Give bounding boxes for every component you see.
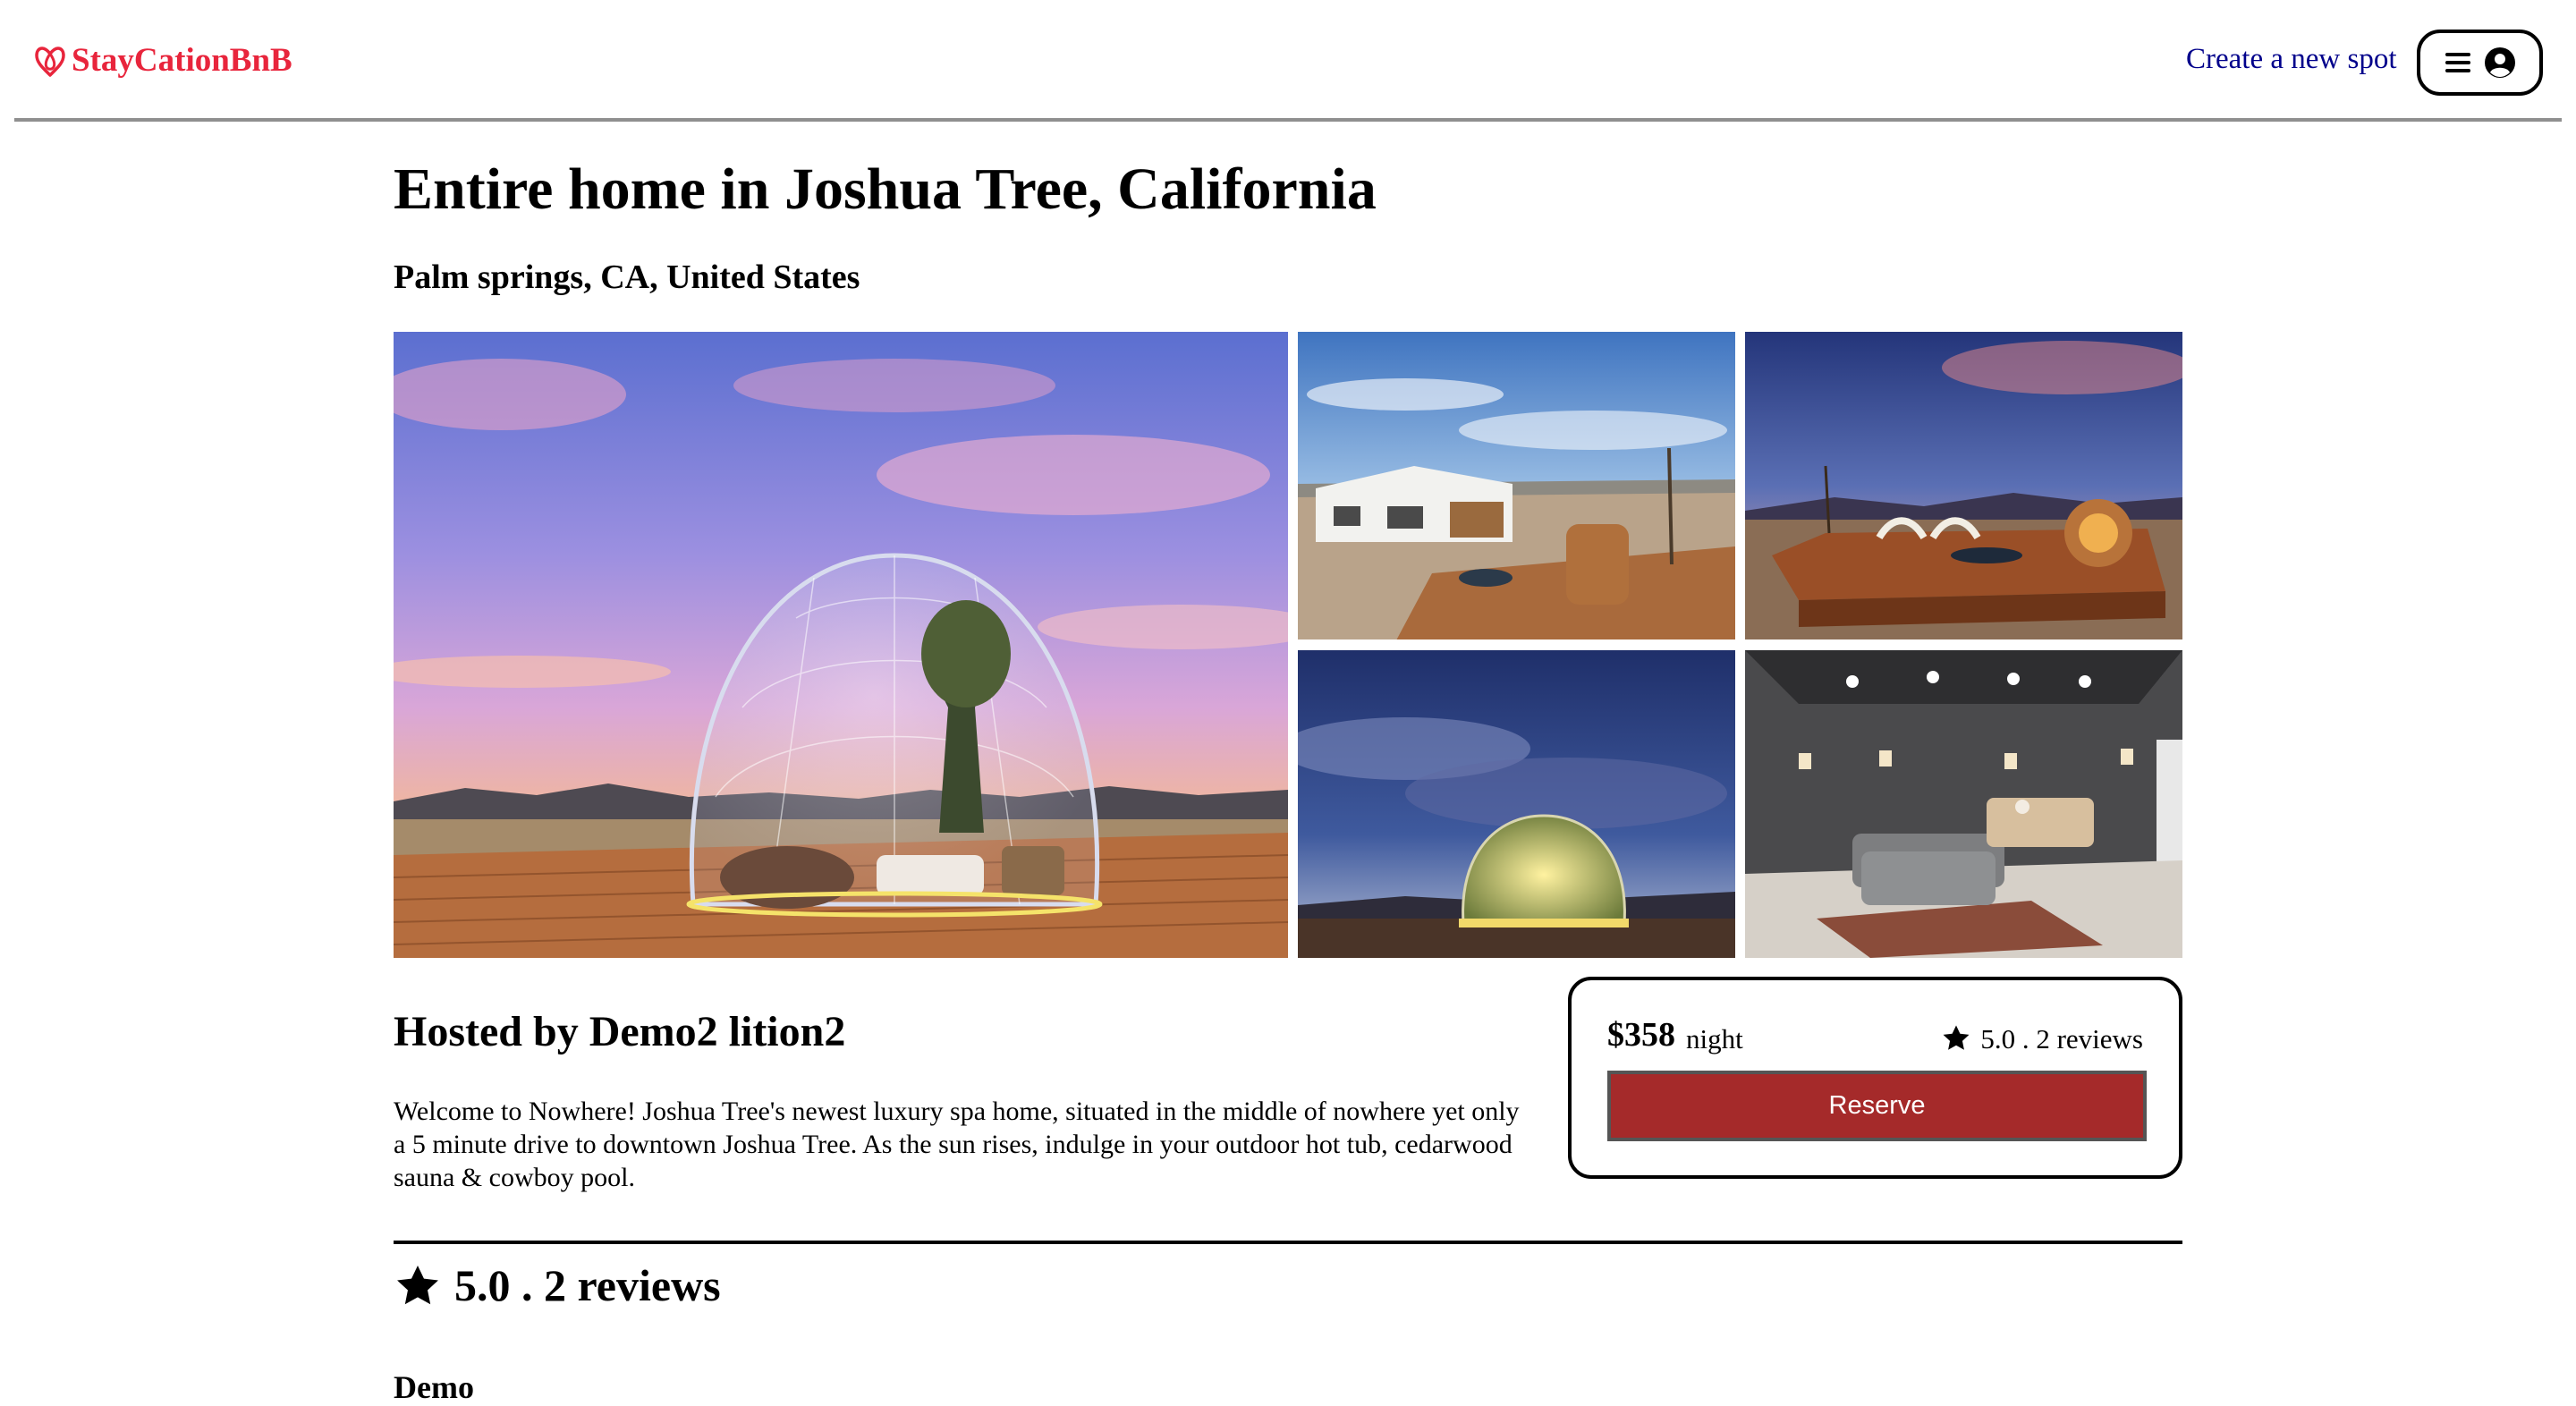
hamburger-icon bbox=[2445, 53, 2470, 72]
price: $358 bbox=[1607, 1016, 1675, 1054]
header-divider bbox=[14, 118, 2562, 122]
review-author: Demo bbox=[394, 1369, 474, 1405]
main-photo[interactable] bbox=[394, 332, 1288, 958]
reserve-button[interactable]: Reserve bbox=[1607, 1071, 2147, 1141]
star-icon bbox=[1943, 1025, 1970, 1050]
logo-icon bbox=[35, 47, 65, 77]
star-icon bbox=[397, 1265, 438, 1304]
price-unit: night bbox=[1686, 1023, 1743, 1054]
reviews-divider bbox=[394, 1241, 2182, 1244]
spot-location: Palm springs, CA, United States bbox=[394, 258, 860, 296]
top-nav: StayCationBnB Create a new spot bbox=[0, 0, 2576, 119]
photo-gallery bbox=[394, 332, 2182, 958]
logo-link[interactable]: StayCationBnB bbox=[32, 41, 292, 79]
card-rating: 5.0 . 2 reviews bbox=[1941, 1023, 2143, 1054]
booking-card: $358 night 5.0 . 2 reviews Reserve bbox=[1568, 977, 2182, 1179]
card-rating-text: 5.0 . 2 reviews bbox=[1980, 1022, 2143, 1054]
create-spot-link[interactable]: Create a new spot bbox=[2186, 45, 2397, 74]
host-heading: Hosted by Demo2 lition2 bbox=[394, 1008, 846, 1055]
gallery-photo-4[interactable] bbox=[1298, 650, 1735, 958]
reviews-heading-text: 5.0 . 2 reviews bbox=[454, 1260, 721, 1310]
gallery-photo-3[interactable] bbox=[1745, 332, 2182, 639]
spot-description: Welcome to Nowhere! Joshua Tree's newest… bbox=[394, 1097, 1520, 1192]
user-circle-icon bbox=[2484, 47, 2515, 78]
profile-menu-button[interactable] bbox=[2417, 30, 2543, 96]
gallery-photo-5[interactable] bbox=[1745, 650, 2182, 958]
spot-title: Entire home in Joshua Tree, California bbox=[394, 157, 1377, 222]
reviews-heading: 5.0 . 2 reviews bbox=[394, 1261, 721, 1310]
logo-text: StayCationBnB bbox=[72, 41, 292, 79]
gallery-photo-2[interactable] bbox=[1298, 332, 1735, 639]
